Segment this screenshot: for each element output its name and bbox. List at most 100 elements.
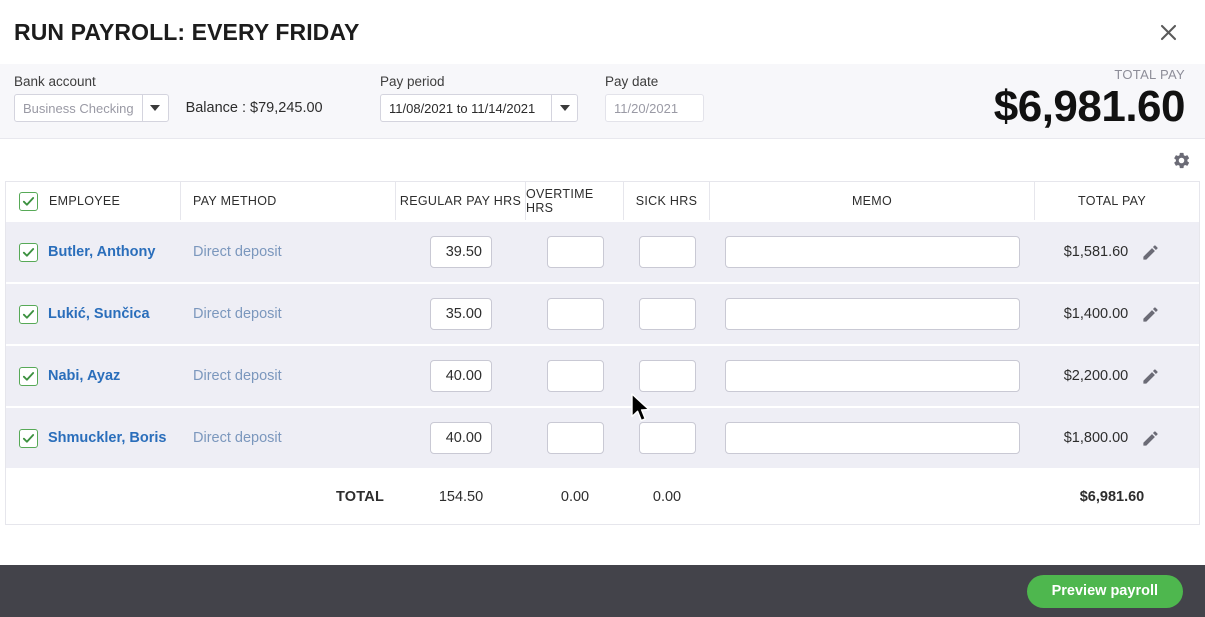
pay-period-dropdown-arrow[interactable] — [551, 95, 577, 121]
edit-row-button[interactable] — [1141, 243, 1160, 262]
totals-overtime-hrs: 0.00 — [560, 489, 590, 505]
page-title: RUN PAYROLL: EVERY FRIDAY — [14, 18, 360, 45]
employee-name-link[interactable]: Nabi, Ayaz — [48, 368, 120, 384]
chevron-down-icon — [559, 105, 570, 111]
row-total-cell: $1,400.00 — [1035, 284, 1189, 344]
check-icon — [22, 371, 35, 381]
column-label-total-pay: TOTAL PAY — [1078, 194, 1146, 208]
totals-label-cell: TOTAL — [181, 470, 396, 524]
column-header-pay-method: PAY METHOD — [181, 182, 396, 220]
preview-payroll-button[interactable]: Preview payroll — [1026, 574, 1183, 608]
row-total-pay: $2,200.00 — [1063, 368, 1129, 384]
column-header-memo: MEMO — [710, 182, 1035, 220]
overtime-hrs-input[interactable] — [546, 298, 604, 330]
pay-period-value: 11/08/2021 to 11/14/2021 — [389, 100, 536, 116]
column-label-overtime-hrs: OVERTIME HRS — [526, 187, 594, 215]
pay-method-cell: Direct deposit — [181, 346, 396, 406]
sick-hrs-cell — [624, 346, 710, 406]
pay-method-text: Direct deposit — [193, 306, 282, 322]
bank-balance-text: Balance : $79,245.00 — [185, 100, 323, 116]
totals-regular-hrs: 154.50 — [438, 489, 484, 505]
memo-cell — [710, 222, 1035, 282]
bank-account-select[interactable]: Business Checking — [14, 94, 169, 122]
employee-cell: Nabi, Ayaz — [6, 346, 181, 406]
pay-method-cell: Direct deposit — [181, 222, 396, 282]
row-total-pay: $1,400.00 — [1063, 306, 1129, 322]
edit-row-button[interactable] — [1141, 305, 1160, 324]
overtime-hrs-input[interactable] — [546, 422, 604, 454]
row-checkbox[interactable] — [19, 366, 38, 386]
employee-name-link[interactable]: Lukić, Sunčica — [48, 306, 150, 322]
memo-input[interactable] — [725, 422, 1020, 454]
regular-hrs-input[interactable]: 40.00 — [430, 422, 492, 454]
column-label-regular-pay-hrs: REGULAR PAY HRS — [399, 194, 522, 208]
overtime-hrs-input[interactable] — [546, 236, 604, 268]
column-label-sick-hrs: SICK HRS — [635, 194, 698, 208]
pay-method-text: Direct deposit — [193, 244, 282, 260]
pencil-icon — [1143, 244, 1158, 260]
row-checkbox[interactable] — [19, 428, 38, 448]
row-total-cell: $2,200.00 — [1035, 346, 1189, 406]
regular-hrs-cell: 40.00 — [396, 346, 526, 406]
row-checkbox[interactable] — [19, 242, 38, 262]
pay-method-text: Direct deposit — [193, 368, 282, 384]
settings-button[interactable] — [1172, 151, 1191, 170]
memo-cell — [710, 346, 1035, 406]
totals-regular-hrs-cell: 154.50 — [396, 470, 526, 524]
gear-icon — [1174, 152, 1190, 168]
edit-row-button[interactable] — [1141, 367, 1160, 386]
bank-account-value: Business Checking — [23, 100, 134, 116]
overtime-hrs-input[interactable] — [546, 360, 604, 392]
pay-method-cell: Direct deposit — [181, 408, 396, 468]
pay-period-select[interactable]: 11/08/2021 to 11/14/2021 — [380, 94, 578, 122]
regular-hrs-input[interactable]: 35.00 — [430, 298, 492, 330]
check-icon — [22, 309, 35, 319]
bank-account-dropdown-arrow[interactable] — [141, 95, 168, 121]
sick-hrs-input[interactable] — [638, 360, 696, 392]
regular-hrs-input[interactable]: 39.50 — [430, 236, 492, 268]
memo-input[interactable] — [725, 298, 1020, 330]
row-checkbox[interactable] — [19, 304, 38, 324]
totals-memo-spacer — [710, 470, 1035, 524]
row-total-cell: $1,581.60 — [1035, 222, 1189, 282]
pay-method-cell: Direct deposit — [181, 284, 396, 344]
column-header-regular-pay-hrs: REGULAR PAY HRS — [396, 182, 526, 220]
column-label-pay-method: PAY METHOD — [193, 194, 277, 208]
employee-name-link[interactable]: Butler, Anthony — [48, 244, 155, 260]
memo-input[interactable] — [725, 236, 1020, 268]
regular-hrs-cell: 39.50 — [396, 222, 526, 282]
dialog-footer: Preview payroll — [0, 565, 1205, 617]
pay-date-input[interactable]: 11/20/2021 — [605, 94, 704, 122]
column-label-memo: MEMO — [851, 194, 893, 208]
totals-sick-hrs-cell: 0.00 — [624, 470, 710, 524]
table-row: Butler, Anthony Direct deposit 39.50 $1,… — [6, 220, 1199, 282]
totals-total-pay: $6,981.60 — [1079, 489, 1145, 505]
select-all-checkbox[interactable] — [19, 191, 38, 211]
edit-row-button[interactable] — [1141, 429, 1160, 448]
table-toolbar — [0, 139, 1205, 181]
column-header-overtime-hrs: OVERTIME HRS — [526, 182, 624, 220]
payroll-table: EMPLOYEE PAY METHOD REGULAR PAY HRS OVER… — [5, 181, 1200, 525]
sick-hrs-input[interactable] — [638, 236, 696, 268]
sick-hrs-input[interactable] — [638, 298, 696, 330]
totals-spacer — [6, 470, 181, 524]
pencil-icon — [1143, 368, 1158, 384]
employee-name-link[interactable]: Shmuckler, Boris — [48, 430, 166, 446]
employee-cell: Lukić, Sunčica — [6, 284, 181, 344]
regular-hrs-input[interactable]: 40.00 — [430, 360, 492, 392]
memo-input[interactable] — [725, 360, 1020, 392]
totals-label: TOTAL — [336, 489, 384, 505]
total-pay-amount: $6,981.60 — [993, 82, 1186, 131]
close-button[interactable] — [1151, 15, 1185, 49]
overtime-hrs-cell — [526, 408, 624, 468]
table-row: Shmuckler, Boris Direct deposit 40.00 $1… — [6, 406, 1199, 468]
total-pay-label: TOTAL PAY — [1114, 67, 1185, 82]
totals-total-pay-cell: $6,981.60 — [1035, 470, 1189, 524]
pencil-icon — [1143, 430, 1158, 446]
pay-date-label: Pay date — [605, 74, 659, 89]
regular-hrs-cell: 35.00 — [396, 284, 526, 344]
sick-hrs-input[interactable] — [638, 422, 696, 454]
column-header-total-pay: TOTAL PAY — [1035, 182, 1189, 220]
pay-period-label: Pay period — [380, 74, 445, 89]
column-header-employee: EMPLOYEE — [6, 182, 181, 220]
